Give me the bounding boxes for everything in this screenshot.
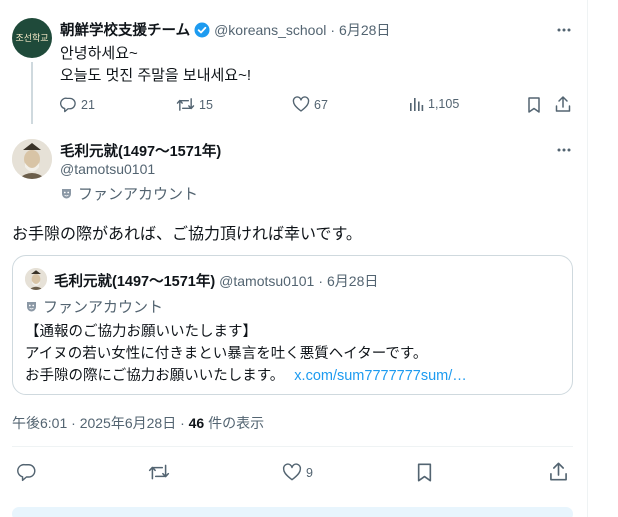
author-handle[interactable]: @tamotsu0101 [60, 161, 155, 177]
repost-button[interactable] [148, 462, 170, 482]
thread-connector [31, 62, 33, 124]
views-count: 46 [188, 415, 205, 431]
quote-author-handle: @tamotsu0101 [219, 272, 315, 289]
repost-button[interactable]: 15 [176, 96, 213, 113]
author-handle[interactable]: @koreans_school [214, 22, 326, 38]
tweet-meta: 午後6:01 · 2025年6月28日 · 46 件の表示 [12, 413, 264, 433]
share-icon[interactable] [554, 95, 572, 113]
tweet1-line-1: 안녕하세요~ [60, 45, 138, 62]
quote-avatar [25, 268, 47, 290]
views-chart-icon [408, 96, 424, 112]
author-name[interactable]: 毛利元就(1497～1571年) [60, 140, 221, 161]
separator-dot: · [330, 21, 336, 38]
tweet2-body: お手隙の際があれば、ご協力頂ければ幸いです。 [12, 226, 362, 243]
theater-mask-icon [60, 187, 73, 200]
quote-date: 6月28日 [327, 272, 379, 289]
reply-count: 21 [81, 97, 95, 112]
more-options-icon[interactable] [556, 142, 572, 158]
reply-button[interactable]: 21 [60, 96, 95, 113]
avatar-tamotsu[interactable] [12, 139, 52, 179]
reply-icon [17, 462, 37, 482]
like-count: 9 [306, 465, 313, 480]
repost-icon [148, 462, 170, 482]
tweet1-header: 朝鮮学校支援チーム @koreans_school · 6月28日 [60, 19, 390, 40]
reply-button[interactable] [17, 462, 37, 482]
views-button[interactable]: 1,105 [408, 96, 459, 112]
verified-badge-icon [194, 22, 210, 38]
heart-icon [282, 463, 302, 482]
timeline-border [587, 0, 588, 517]
quote-fan-account-label: ファンアカウント [25, 296, 163, 317]
quote-line-2: アイヌの若い女性に付きまとい暴言を吐く悪質ヘイターです。 [25, 346, 428, 362]
like-button[interactable]: 67 [292, 96, 328, 113]
repost-icon [176, 96, 195, 113]
fan-account-text: ファンアカウント [78, 186, 199, 203]
tweet-timestamp[interactable]: 午後6:01 · 2025年6月28日 · [12, 415, 189, 431]
share-icon[interactable] [548, 461, 569, 482]
more-options-icon[interactable] [556, 22, 572, 38]
like-count: 67 [314, 97, 328, 112]
avatar-koreans-school[interactable]: 조선학교 [12, 18, 52, 58]
quote-author-name: 毛利元就(1497～1571年) [54, 274, 216, 290]
views-label: 件の表示 [204, 415, 265, 431]
repost-count: 15 [199, 97, 213, 112]
quote-line-3-text: お手隙の際にご協力お願いいたします。 [25, 368, 285, 384]
like-button[interactable]: 9 [282, 463, 313, 482]
separator-dot: · [318, 272, 323, 289]
fan-account-text: ファンアカウント [43, 299, 164, 316]
divider [12, 446, 573, 447]
views-count: 1,105 [428, 97, 460, 111]
avatar-text: 조선학교 [15, 34, 49, 44]
reply-icon [60, 96, 77, 113]
fan-account-label: ファンアカウント [60, 183, 198, 204]
bookmark-icon[interactable] [526, 96, 542, 114]
tweet1-line-2: 오늘도 멋진 주말을 보내세요~! [60, 67, 252, 84]
quote-line-3: お手隙の際にご協力お願いいたします。 x.com/sum7777777sum/… [25, 364, 467, 385]
reply-composer-hint [12, 507, 573, 517]
author-name[interactable]: 朝鮮学校支援チーム [60, 19, 190, 40]
quoted-tweet-card[interactable]: 毛利元就(1497～1571年) @tamotsu0101 · 6月28日 ファ… [12, 255, 573, 395]
heart-icon [292, 96, 310, 113]
bookmark-icon[interactable] [415, 462, 434, 483]
tweet-date[interactable]: 6月28日 [339, 20, 390, 40]
quote-line-1: 【通報のご協力お願いいたします】 [25, 324, 257, 340]
samurai-portrait-icon [25, 268, 47, 290]
quote-header: 毛利元就(1497～1571年) @tamotsu0101 · 6月28日 [54, 270, 378, 291]
quote-link[interactable]: x.com/sum7777777sum/… [294, 368, 466, 384]
samurai-portrait-icon [12, 139, 52, 179]
theater-mask-icon [25, 300, 38, 313]
